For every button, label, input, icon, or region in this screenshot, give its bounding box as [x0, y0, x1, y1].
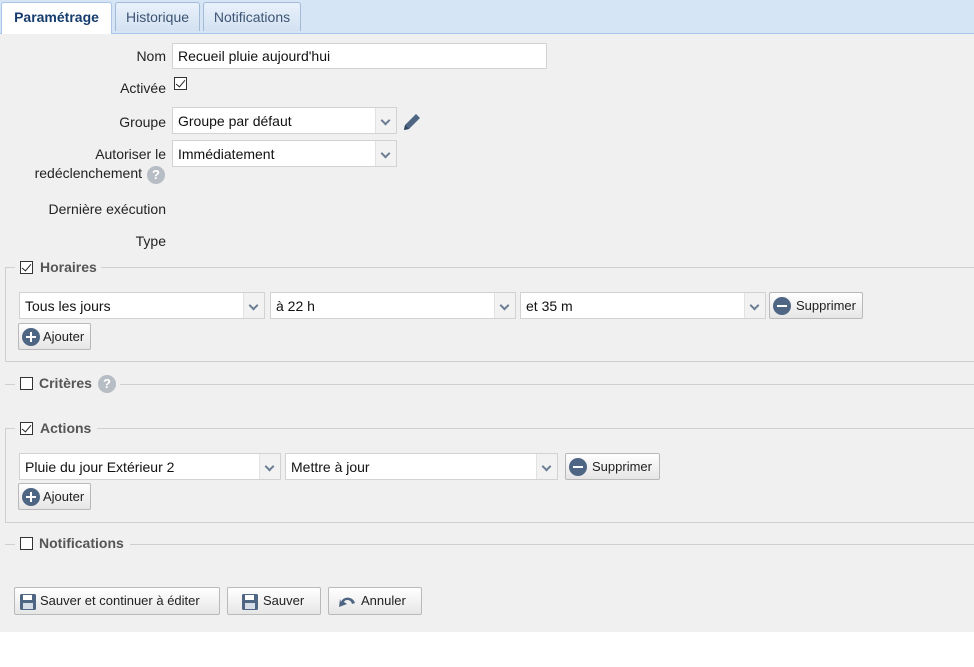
- schedule-minute-select[interactable]: et 35 m: [520, 292, 766, 319]
- schedules-legend: Horaires: [15, 258, 101, 278]
- cancel-button[interactable]: Annuler: [328, 587, 422, 615]
- group-label: Groupe: [119, 114, 166, 130]
- enabled-checkbox[interactable]: [174, 77, 187, 90]
- last-exec-label: Dernière exécution: [48, 201, 166, 217]
- actions-legend: Actions: [15, 419, 97, 439]
- tab-historique[interactable]: Historique: [115, 2, 200, 31]
- schedule-hour-value: à 22 h: [276, 297, 315, 314]
- save-button[interactable]: Sauver: [227, 587, 321, 615]
- notifications-fieldset: [5, 544, 974, 545]
- schedule-add-button[interactable]: Ajouter: [18, 323, 91, 350]
- retrigger-select[interactable]: Immédiatement: [172, 140, 397, 167]
- cancel-label: Annuler: [361, 593, 406, 608]
- schedules-legend-text: Horaires: [40, 259, 97, 275]
- save-continue-label: Sauver et continuer à éditer: [40, 593, 200, 608]
- retrigger-select-value: Immédiatement: [178, 145, 275, 162]
- minus-circle-icon: [773, 297, 791, 315]
- action-device-select[interactable]: Pluie du jour Extérieur 2: [19, 453, 281, 480]
- actions-checkbox[interactable]: [20, 422, 33, 435]
- action-type-value: Mettre à jour: [291, 458, 370, 475]
- action-device-value: Pluie du jour Extérieur 2: [25, 458, 175, 475]
- pencil-icon[interactable]: [401, 111, 423, 133]
- chevron-down-icon: [494, 293, 515, 318]
- schedule-day-select[interactable]: Tous les jours: [19, 292, 265, 319]
- name-input[interactable]: [172, 43, 547, 69]
- retrigger-label-line2: redéclenchement: [34, 165, 142, 181]
- help-icon[interactable]: ?: [98, 375, 116, 393]
- schedules-checkbox[interactable]: [20, 261, 33, 274]
- group-select-value: Groupe par défaut: [178, 112, 292, 129]
- enabled-label: Activée: [120, 80, 166, 96]
- chevron-down-icon: [375, 108, 396, 133]
- schedule-day-value: Tous les jours: [25, 297, 111, 314]
- action-add-button[interactable]: Ajouter: [18, 483, 91, 510]
- action-add-label: Ajouter: [43, 489, 85, 504]
- notifications-checkbox[interactable]: [20, 537, 33, 550]
- name-label: Nom: [136, 48, 166, 64]
- notifications-legend: Notifications: [15, 534, 130, 554]
- type-label: Type: [135, 233, 166, 249]
- criteria-legend-text: Critères: [39, 375, 92, 391]
- tab-bar: Paramétrage Historique Notifications: [0, 0, 974, 34]
- criteria-fieldset: [5, 384, 974, 385]
- retrigger-label-line1: Autoriser le: [95, 146, 166, 162]
- chevron-down-icon: [375, 141, 396, 166]
- action-delete-button[interactable]: Supprimer: [565, 453, 660, 480]
- criteria-checkbox[interactable]: [20, 377, 33, 390]
- notifications-legend-text: Notifications: [39, 535, 124, 551]
- save-label: Sauver: [263, 593, 305, 608]
- minus-circle-icon: [569, 458, 587, 476]
- form-panel: Nom Activée Groupe Groupe par défaut Aut…: [0, 34, 974, 632]
- chevron-down-icon: [259, 454, 280, 479]
- chevron-down-icon: [536, 454, 557, 479]
- save-continue-button[interactable]: Sauver et continuer à éditer: [14, 587, 220, 615]
- help-icon[interactable]: ?: [147, 166, 165, 184]
- criteria-legend: Critères ?: [15, 374, 120, 394]
- floppy-disk-icon: [20, 594, 36, 610]
- schedule-delete-button[interactable]: Supprimer: [769, 292, 863, 319]
- action-delete-label: Supprimer: [592, 459, 652, 474]
- group-select[interactable]: Groupe par défaut: [172, 107, 397, 134]
- schedule-minute-value: et 35 m: [526, 297, 573, 314]
- chevron-down-icon: [243, 293, 264, 318]
- schedule-add-label: Ajouter: [43, 329, 85, 344]
- schedule-hour-select[interactable]: à 22 h: [270, 292, 516, 319]
- tab-notifications[interactable]: Notifications: [203, 2, 301, 31]
- tab-parametrage[interactable]: Paramétrage: [1, 2, 112, 34]
- undo-icon: [339, 597, 355, 607]
- chevron-down-icon: [744, 293, 765, 318]
- actions-legend-text: Actions: [40, 420, 92, 436]
- floppy-disk-icon: [242, 594, 258, 610]
- action-type-select[interactable]: Mettre à jour: [285, 453, 558, 480]
- plus-circle-icon: [22, 488, 40, 506]
- plus-circle-icon: [22, 328, 40, 346]
- schedule-delete-label: Supprimer: [796, 298, 856, 313]
